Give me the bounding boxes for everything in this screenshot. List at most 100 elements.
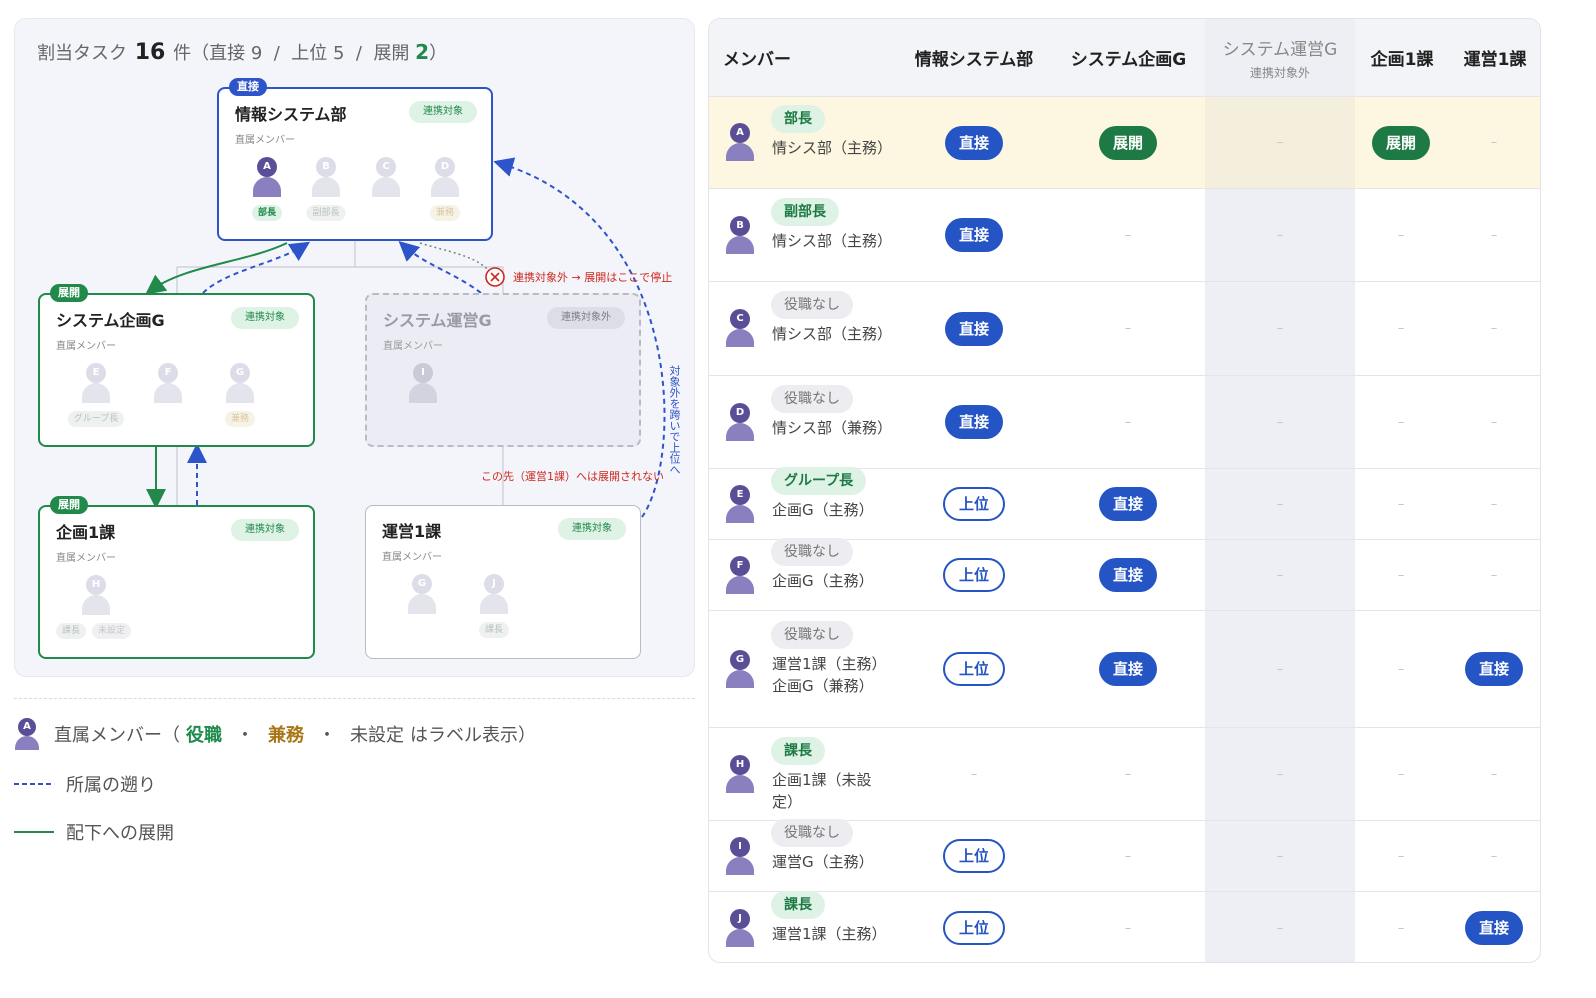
assignment-badge-direct[interactable]: 直接 <box>944 405 1003 439</box>
table-row[interactable]: J 課長 運営1課（主務） 上位 – – – 直接 <box>709 891 1540 962</box>
department-text: 企画G（主務） <box>772 570 892 592</box>
assignment-cell: – <box>914 728 1034 820</box>
legend-expand-down: 配下への展開 <box>14 819 174 845</box>
assignment-cell: – <box>1068 821 1188 891</box>
table-row[interactable]: I 役職なし 運営G（主務） 上位 – – – – <box>709 819 1540 891</box>
assignment-badge-direct[interactable]: 直接 <box>1098 652 1157 686</box>
assignment-cell: – <box>1434 540 1540 610</box>
empty-dash: – <box>1124 321 1132 336</box>
member-avatar-icon: D <box>725 403 755 443</box>
table-row[interactable]: F 役職なし 企画G（主務） 上位 直接 – – – <box>709 538 1540 610</box>
member-avatar-icon: B <box>725 216 755 256</box>
org-node-plan1[interactable]: 展開 企画1課 連携対象 直属メンバー H 課長 未設定 <box>38 496 315 659</box>
dashed-line-icon <box>14 783 54 785</box>
member-avatar-icon: C <box>725 309 755 349</box>
assignment-badge-direct[interactable]: 直接 <box>944 311 1003 346</box>
table-row[interactable]: C 役職なし 情シス部（主務） 直接 – – – – <box>709 281 1540 375</box>
assignment-cell: 直接 <box>914 97 1034 188</box>
org-node-sys-plan[interactable]: 展開 システム企画G 連携対象 直属メンバー E グループ長 F G 兼務 <box>38 284 315 447</box>
department-text: 情シス部（主務） <box>772 323 892 345</box>
node-title: システム企画G <box>56 311 165 330</box>
empty-dash: – <box>1490 567 1498 583</box>
member-unset-tag: 未設定 <box>92 623 132 639</box>
role-pill: 役職なし <box>771 385 853 413</box>
table-row[interactable]: A 部長 情シス部（主務） 直接 展開 – 展開 – <box>709 96 1540 188</box>
member-avatar-icon: F <box>725 556 755 596</box>
assignment-badge-upper[interactable]: 上位 <box>942 652 1005 686</box>
column-header-sys-plan: システム企画G <box>1070 50 1187 70</box>
assignment-cell: – <box>1068 376 1188 468</box>
node-title: 企画1課 <box>56 523 116 542</box>
department-secondary: 企画G（兼務） <box>772 677 874 695</box>
assignment-cell: – <box>1220 821 1340 891</box>
assignment-cell: 直接 <box>914 189 1034 281</box>
assignment-cell: – <box>1220 540 1340 610</box>
node-status-badge: 連携対象外 <box>547 307 625 329</box>
empty-dash: – <box>1397 848 1405 864</box>
assignment-badge-direct[interactable]: 直接 <box>1098 558 1157 592</box>
solid-line-icon <box>14 831 54 833</box>
annotation-stop: 連携対象外 → 展開はここで停止 <box>513 271 673 284</box>
node-title: 情報システム部 <box>235 105 347 124</box>
assignment-badge-direct[interactable]: 直接 <box>1464 911 1523 945</box>
member-avatar-j: J 課長 <box>469 574 519 644</box>
assignment-badge-direct[interactable]: 直接 <box>944 218 1003 252</box>
node-status-badge: 連携対象 <box>409 101 477 123</box>
legend-members: A 直属メンバー（ 役職 ・ 兼務 ・ 未設定 はラベル表示） <box>14 718 536 750</box>
assignment-badge-direct[interactable]: 直接 <box>1464 652 1523 686</box>
department-primary: 企画G（主務） <box>772 572 874 590</box>
assignment-cell: – <box>1434 728 1540 820</box>
department-text: 企画G（主務） <box>772 499 892 521</box>
member-avatar-icon: G <box>725 650 755 690</box>
org-node-ops1[interactable]: 運営1課 連携対象 直属メンバー G J 課長 <box>365 505 641 659</box>
assignment-table: メンバー 情報システム部 システム企画G システム運営G 連携対象外 企画1課 … <box>708 18 1541 963</box>
department-primary: 企画1課（未設定） <box>772 771 872 811</box>
assignment-badge-expand[interactable]: 展開 <box>1098 125 1157 160</box>
member-concurrent-tag: 兼務 <box>429 205 461 221</box>
legend-members-prefix: 直属メンバー（ <box>54 725 180 746</box>
org-node-sys-ops[interactable]: システム運営G 連携対象外 直属メンバー I <box>365 293 641 447</box>
department-primary: 情シス部（兼務） <box>772 419 893 437</box>
member-avatar-icon: H <box>725 755 755 795</box>
department-primary: 運営1課（主務） <box>772 655 887 673</box>
org-diagram-panel: 割当タスク 16 件（直接 9 / 上位 5 / 展開 2） 直接 情報システム… <box>14 18 695 677</box>
department-text: 運営1課（主務） 企画G（兼務） <box>772 653 892 697</box>
empty-dash: – <box>1490 766 1498 782</box>
table-row[interactable]: D 役職なし 情シス部（兼務） 直接 – – – – <box>709 375 1540 468</box>
empty-dash: – <box>1490 496 1498 512</box>
member-concurrent-tag: 兼務 <box>224 411 256 427</box>
empty-dash: – <box>1397 227 1405 243</box>
column-header-sys-ops-sub: 連携対象外 <box>1249 65 1310 80</box>
empty-dash: – <box>1124 227 1132 243</box>
assignment-cell: – <box>1220 728 1340 820</box>
table-row[interactable]: B 副部長 情シス部（主務） 直接 – – – – <box>709 188 1540 281</box>
department-primary: 運営1課（主務） <box>772 925 887 943</box>
legend-members-suffix: はラベル表示） <box>410 725 536 746</box>
assignment-cell: 上位 <box>914 611 1034 727</box>
assignment-badge-upper[interactable]: 上位 <box>942 839 1005 873</box>
empty-dash: – <box>1276 321 1284 336</box>
member-avatar-g: G <box>397 574 447 644</box>
assignment-cell: – <box>1068 282 1188 375</box>
assignment-badge-direct[interactable]: 直接 <box>944 125 1003 160</box>
table-row[interactable]: E グループ長 企画G（主務） 上位 直接 – – – <box>709 467 1540 539</box>
empty-dash: – <box>1490 848 1498 864</box>
empty-dash: – <box>1276 567 1284 583</box>
assignment-badge-upper[interactable]: 上位 <box>942 558 1005 592</box>
assignment-cell: – <box>1220 376 1340 468</box>
assignment-badge-upper[interactable]: 上位 <box>942 487 1005 521</box>
empty-dash: – <box>1397 920 1405 936</box>
member-avatar-icon: I <box>725 837 755 877</box>
assignment-cell: – <box>1220 892 1340 962</box>
table-row[interactable]: G 役職なし 運営1課（主務） 企画G（兼務） 上位 直接 – – 直接 <box>709 610 1540 727</box>
org-node-info-sys[interactable]: 直接 情報システム部 連携対象 直属メンバー A 部長 B 副部長 C D 兼務 <box>217 78 493 241</box>
empty-dash: – <box>1490 227 1498 243</box>
assignment-badge-direct[interactable]: 直接 <box>1098 487 1157 521</box>
node-title: 運営1課 <box>382 522 442 541</box>
assignment-badge-expand[interactable]: 展開 <box>1371 125 1430 160</box>
empty-dash: – <box>1124 414 1132 430</box>
table-row[interactable]: H 課長 企画1課（未設定） – – – – – <box>709 727 1540 820</box>
empty-dash: – <box>1490 321 1498 336</box>
assignment-cell: – <box>1220 282 1340 375</box>
assignment-badge-upper[interactable]: 上位 <box>942 911 1005 945</box>
